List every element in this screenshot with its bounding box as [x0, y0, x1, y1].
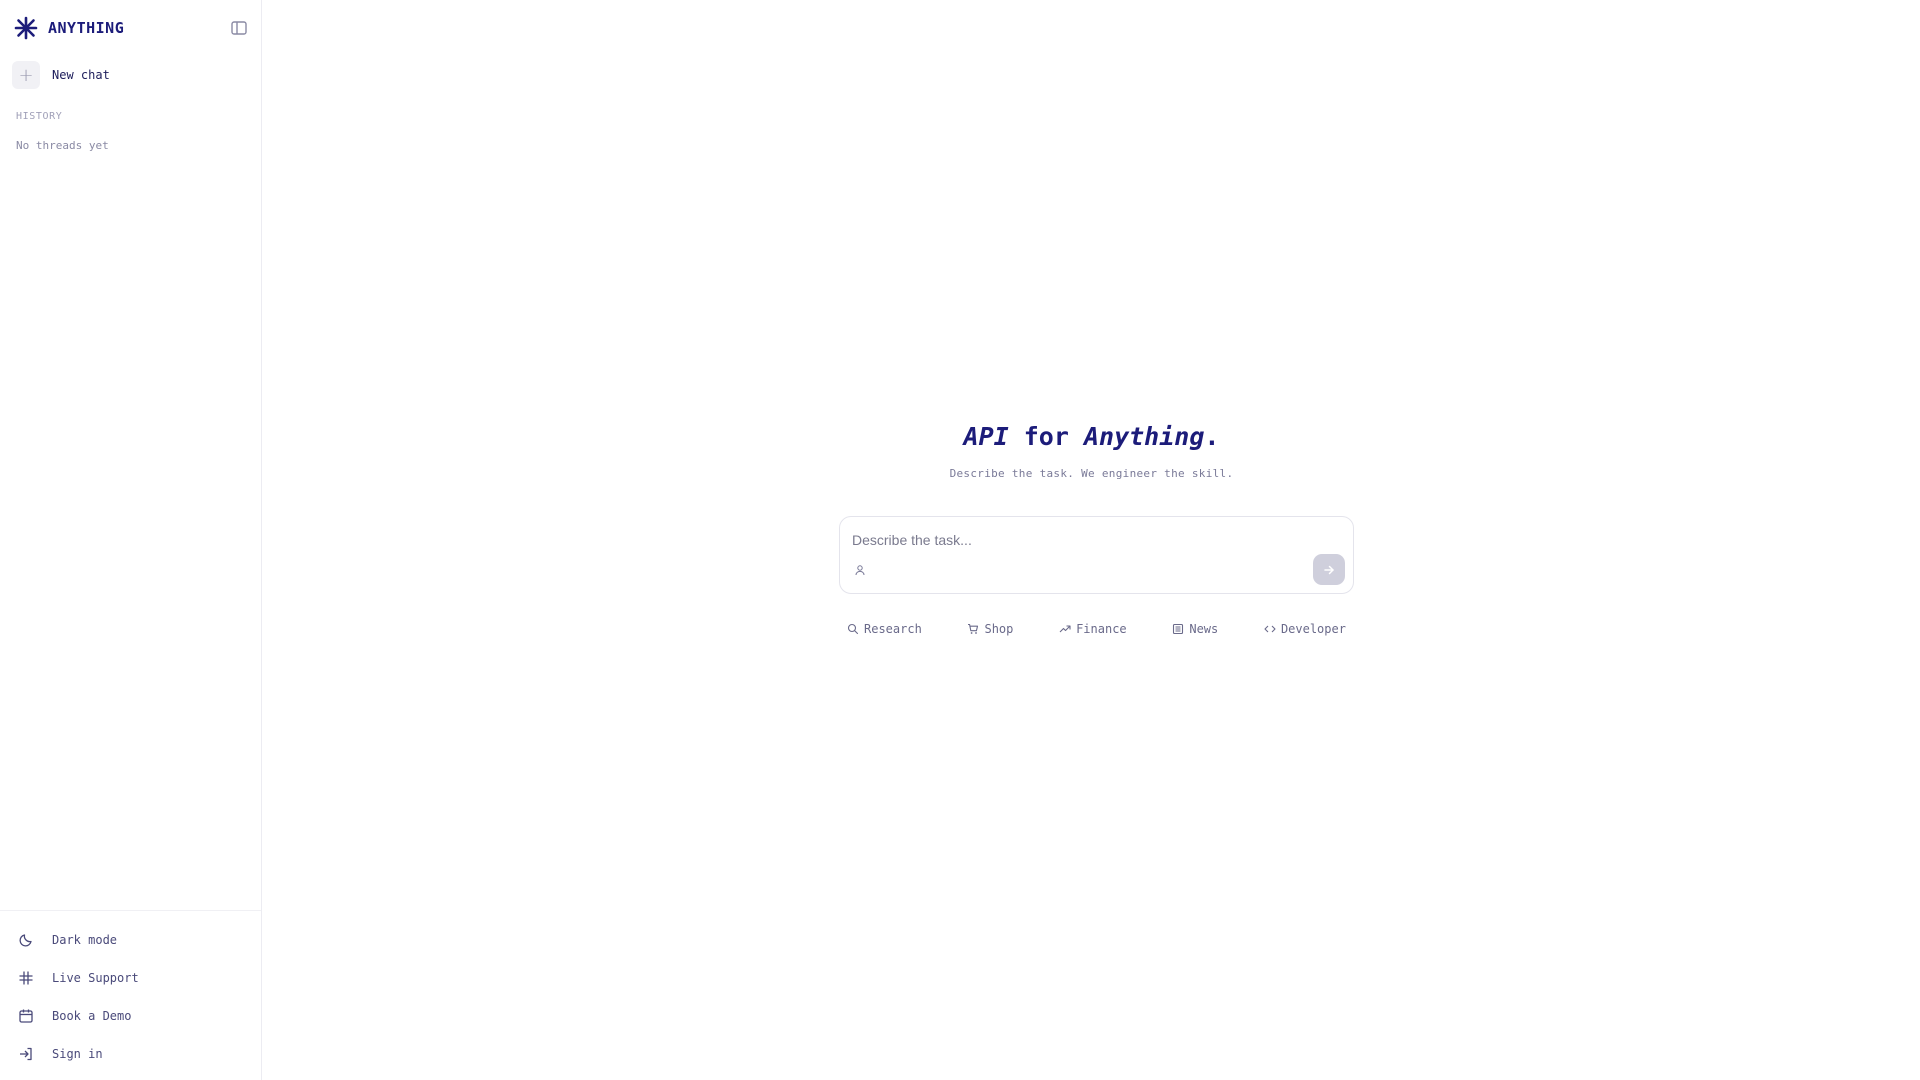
sign-in-button[interactable]: Sign in: [0, 1035, 261, 1073]
hero-title-for: for: [1008, 422, 1084, 451]
asterisk-logo-icon: [14, 16, 38, 40]
sign-in-icon: [20, 1047, 32, 1061]
sidebar-footer: Dark mode Live Support Book a Demo Sign …: [0, 910, 261, 1073]
newspaper-icon: [1173, 623, 1184, 635]
new-chat-label: New chat: [52, 68, 110, 82]
calendar-icon: [19, 1009, 33, 1023]
main-panel: API for Anything. Describe the task. We …: [263, 0, 1920, 1080]
live-support-label: Live Support: [52, 971, 139, 985]
book-demo-button[interactable]: Book a Demo: [0, 997, 261, 1035]
hero-subtitle: Describe the task. We engineer the skill…: [949, 467, 1234, 480]
history-empty-state: No threads yet: [16, 139, 109, 152]
hero-title-api: API: [963, 422, 1009, 451]
task-input[interactable]: [852, 529, 1292, 551]
sign-in-label: Sign in: [52, 1047, 103, 1061]
suggestion-chips: Research Shop Finance News Developer: [839, 622, 1354, 636]
dark-mode-button[interactable]: Dark mode: [0, 921, 261, 959]
brand-name: ANYTHING: [48, 19, 125, 37]
new-chat-button[interactable]: + New chat: [12, 61, 110, 89]
plus-icon: +: [12, 61, 40, 89]
chip-news-label: News: [1189, 622, 1219, 636]
send-button[interactable]: [1313, 554, 1345, 585]
moon-icon: [19, 934, 32, 947]
book-demo-label: Book a Demo: [52, 1009, 132, 1023]
chip-developer[interactable]: Developer: [1264, 622, 1346, 636]
person-icon[interactable]: [854, 564, 866, 576]
history-heading: HISTORY: [16, 111, 63, 122]
hero-title-anything: Anything: [1083, 422, 1205, 451]
chip-finance[interactable]: Finance: [1059, 622, 1127, 636]
task-input-box: [839, 516, 1354, 594]
brand[interactable]: ANYTHING: [14, 16, 124, 40]
hero-title: API for Anything.: [263, 422, 1920, 451]
sidebar-toggle-icon[interactable]: [230, 19, 248, 37]
chip-shop-label: Shop: [984, 622, 1014, 636]
slack-icon: [19, 971, 33, 985]
dark-mode-label: Dark mode: [52, 933, 118, 947]
chip-news[interactable]: News: [1172, 622, 1218, 636]
chip-research-label: Research: [864, 622, 922, 636]
cart-icon: [968, 623, 979, 634]
sidebar: ANYTHING + New chat HISTORY No threads y…: [0, 0, 262, 1080]
code-icon: [1264, 625, 1276, 633]
arrow-right-icon: [1324, 565, 1334, 574]
trend-up-icon: [1059, 625, 1071, 633]
chip-research[interactable]: Research: [847, 622, 922, 636]
live-support-button[interactable]: Live Support: [0, 959, 261, 997]
chip-shop[interactable]: Shop: [967, 622, 1013, 636]
hero-title-period: .: [1204, 422, 1220, 451]
chip-developer-label: Developer: [1280, 622, 1346, 636]
search-icon: [847, 623, 859, 635]
chip-finance-label: Finance: [1076, 622, 1127, 636]
